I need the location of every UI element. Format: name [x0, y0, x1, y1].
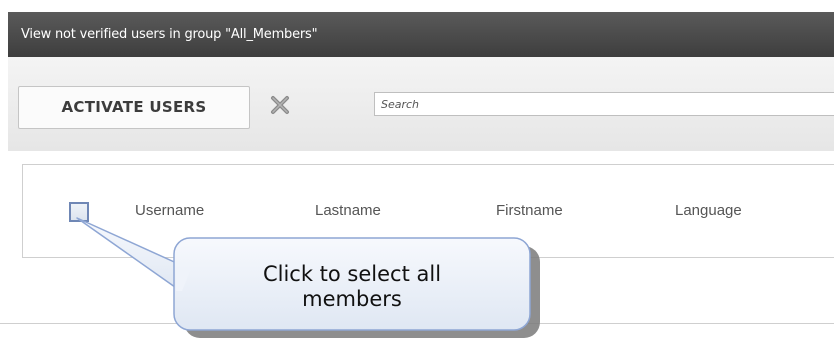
x-icon[interactable]: [270, 95, 290, 115]
divider: [0, 323, 834, 324]
callout-text-line1: Click to select all: [262, 262, 442, 286]
toolbar: ACTIVATE USERS: [8, 57, 834, 151]
activate-users-button[interactable]: ACTIVATE USERS: [18, 86, 250, 129]
callout-text-line2: members: [302, 287, 402, 311]
search-input[interactable]: [374, 92, 834, 116]
dialog-title: View not verified users in group "All_Me…: [8, 12, 834, 57]
select-all-checkbox[interactable]: [69, 202, 89, 222]
callout-text: Click to select all members: [178, 262, 526, 312]
column-header-username[interactable]: Username: [135, 201, 204, 221]
column-header-firstname[interactable]: Firstname: [496, 201, 563, 221]
column-header-lastname[interactable]: Lastname: [315, 201, 381, 221]
column-header-language[interactable]: Language: [675, 201, 742, 221]
users-table: Username Lastname Firstname Language: [22, 164, 834, 258]
